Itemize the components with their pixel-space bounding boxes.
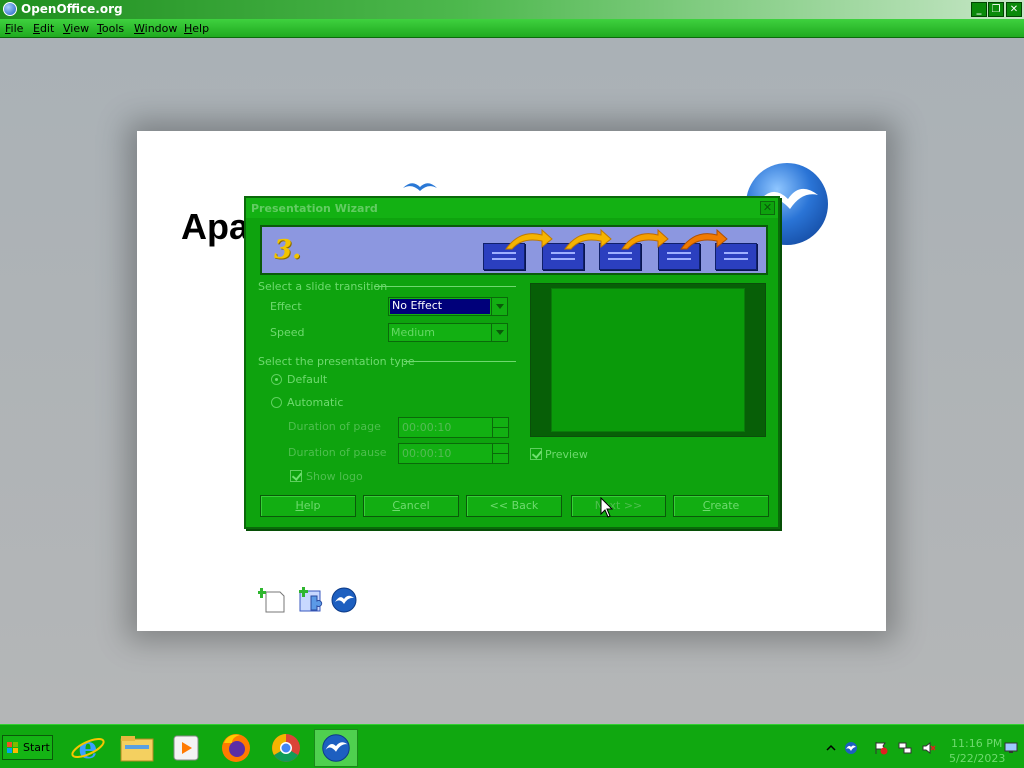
create-button[interactable]: Create xyxy=(673,495,769,517)
action-center-flag-icon[interactable] xyxy=(874,741,888,755)
page-duration-stepper[interactable]: 00:00:10 xyxy=(398,417,509,438)
transition-arrow-icon xyxy=(505,229,553,250)
transition-arrow-icon xyxy=(621,229,669,250)
open-presentation-icon[interactable] xyxy=(330,586,358,614)
chevron-down-icon[interactable] xyxy=(491,298,507,315)
media-player-icon[interactable] xyxy=(164,729,208,767)
next-button[interactable]: Next >> xyxy=(571,495,666,517)
openoffice-app-icon xyxy=(3,2,17,16)
page-duration-value: 00:00:10 xyxy=(402,421,452,434)
network-icon[interactable] xyxy=(898,741,912,755)
preview-label[interactable]: Preview xyxy=(545,448,588,461)
pause-duration-value: 00:00:10 xyxy=(402,447,452,460)
firefox-icon[interactable] xyxy=(214,729,258,767)
preview-slide xyxy=(551,288,745,432)
effect-value: No Effect xyxy=(390,299,490,314)
automatic-radio[interactable] xyxy=(271,397,282,408)
transition-arrow-icon xyxy=(680,229,728,250)
start-button[interactable]: Start xyxy=(2,735,53,760)
preview-checkbox[interactable] xyxy=(530,448,542,460)
internet-explorer-icon[interactable]: e xyxy=(66,729,110,767)
close-button[interactable]: ✕ xyxy=(1006,2,1022,17)
pause-duration-label: Duration of pause xyxy=(288,446,387,459)
openoffice-tray-icon[interactable] xyxy=(844,741,858,755)
menu-view[interactable]: View xyxy=(63,22,89,35)
wizard-banner: 3. xyxy=(260,225,768,275)
page-duration-label: Duration of page xyxy=(288,420,381,433)
group-divider xyxy=(404,361,516,362)
minimize-button[interactable]: _ xyxy=(971,2,987,17)
speed-label: Speed xyxy=(270,326,305,339)
default-label[interactable]: Default xyxy=(287,373,327,386)
menu-edit[interactable]: Edit xyxy=(33,22,54,35)
show-logo-label[interactable]: Show logo xyxy=(306,470,363,483)
help-button[interactable]: Help xyxy=(260,495,356,517)
automatic-label[interactable]: Automatic xyxy=(287,396,343,409)
group-divider xyxy=(374,286,516,287)
chevron-down-icon[interactable] xyxy=(491,324,507,341)
menu-file[interactable]: File xyxy=(5,22,23,35)
openoffice-taskbar-icon[interactable] xyxy=(314,729,358,767)
new-presentation-icon[interactable] xyxy=(258,586,286,614)
chrome-icon[interactable] xyxy=(264,729,308,767)
transition-group-label: Select a slide transition xyxy=(258,280,388,293)
menu-tools[interactable]: Tools xyxy=(97,22,124,35)
dialog-close-button[interactable]: ✕ xyxy=(760,201,775,215)
gull-logo-icon xyxy=(403,183,437,191)
clock-time[interactable]: 11:16 PM xyxy=(951,737,1002,750)
slide-title: Apa xyxy=(181,206,250,247)
menu-window[interactable]: Window xyxy=(134,22,177,35)
restore-button[interactable]: ❐ xyxy=(988,2,1004,17)
spin-buttons[interactable] xyxy=(492,418,508,437)
menu-bar: File Edit View Tools Window Help xyxy=(0,19,1024,38)
spin-buttons[interactable] xyxy=(492,444,508,463)
show-logo-checkbox[interactable] xyxy=(290,470,302,482)
template-puzzle-icon[interactable] xyxy=(297,586,325,614)
mouse-cursor-icon xyxy=(600,497,614,518)
effect-label: Effect xyxy=(270,300,302,313)
window-title: OpenOffice.org xyxy=(21,2,123,16)
taskbar: Start e 11:16 PM 5/22/2023 xyxy=(0,724,1024,768)
windows-flag-icon xyxy=(7,742,18,753)
transition-arrow-icon xyxy=(564,229,612,250)
pause-duration-stepper[interactable]: 00:00:10 xyxy=(398,443,509,464)
presentation-wizard-dialog: Presentation Wizard ✕ 3. Select a slide … xyxy=(244,196,780,529)
effect-select[interactable]: No Effect xyxy=(388,297,508,316)
default-radio[interactable] xyxy=(271,374,282,385)
file-explorer-icon[interactable] xyxy=(115,729,159,767)
volume-muted-icon[interactable] xyxy=(922,741,936,755)
type-group-label: Select the presentation type xyxy=(258,355,415,368)
clock-date[interactable]: 5/22/2023 xyxy=(949,752,1005,765)
system-tray: 11:16 PM 5/22/2023 xyxy=(818,729,1024,767)
cancel-button[interactable]: Cancel xyxy=(363,495,459,517)
dialog-titlebar: Presentation Wizard ✕ xyxy=(246,198,778,218)
speed-value: Medium xyxy=(391,326,435,339)
start-label: Start xyxy=(23,741,50,754)
back-button[interactable]: << Back xyxy=(466,495,562,517)
preview-frame xyxy=(530,283,766,437)
menu-help[interactable]: Help xyxy=(184,22,209,35)
speed-select[interactable]: Medium xyxy=(388,323,508,342)
dialog-title: Presentation Wizard xyxy=(251,202,378,215)
window-titlebar: OpenOffice.org _ ❐ ✕ xyxy=(0,0,1024,19)
chevron-up-icon[interactable] xyxy=(824,741,838,755)
show-desktop-icon[interactable] xyxy=(1004,741,1018,755)
step-number: 3. xyxy=(274,235,302,265)
svg-text:e: e xyxy=(78,731,97,766)
